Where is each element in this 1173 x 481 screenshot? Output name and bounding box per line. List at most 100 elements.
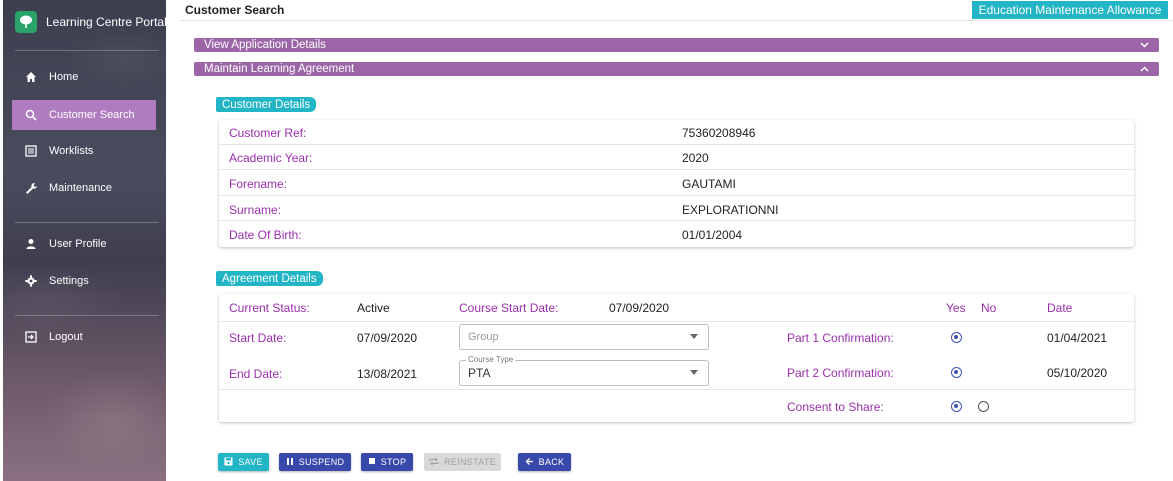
sidebar-item-label: Worklists <box>49 145 94 157</box>
current-status-value: Active <box>357 301 390 315</box>
part1-yes-radio[interactable] <box>951 332 962 343</box>
sidebar-item-label: Settings <box>49 275 89 287</box>
table-row: Consent to Share: <box>219 390 1134 422</box>
back-label: BACK <box>538 457 565 467</box>
date-column-header: Date <box>1047 301 1073 315</box>
sidebar-item-user-profile[interactable]: User Profile <box>12 229 156 259</box>
stop-button[interactable]: STOP <box>361 453 413 471</box>
surname-label: Surname: <box>229 203 282 217</box>
logout-icon <box>24 330 38 344</box>
brand-name: Learning Centre Portal <box>46 15 166 29</box>
dob-value: 01/01/2004 <box>682 228 743 242</box>
sidebar-item-label: Maintenance <box>49 182 112 194</box>
accordion-title: Maintain Learning Agreement <box>204 63 355 75</box>
home-icon <box>24 70 38 84</box>
ema-badge: Education Maintenance Allowance <box>972 1 1168 19</box>
academic-year-value: 2020 <box>682 151 709 165</box>
sidebar-divider <box>15 315 159 316</box>
person-icon <box>24 237 38 251</box>
agreement-details-heading: Agreement Details <box>216 271 323 286</box>
sidebar-item-maintenance[interactable]: Maintenance <box>12 173 156 203</box>
customer-details-card: Customer Ref: 75360208946 Academic Year:… <box>219 120 1134 247</box>
course-type-value: PTA <box>468 366 491 380</box>
reinstate-button[interactable]: REINSTATE <box>424 453 501 471</box>
group-select[interactable]: Group <box>459 324 709 350</box>
course-start-value: 07/09/2020 <box>609 301 670 315</box>
academic-year-label: Academic Year: <box>229 151 313 165</box>
start-date-label: Start Date: <box>229 331 287 345</box>
part1-confirmation-label: Part 1 Confirmation: <box>787 331 894 345</box>
chevron-up-icon <box>1140 64 1149 74</box>
stop-label: STOP <box>380 457 407 467</box>
chevron-down-icon <box>1140 40 1149 50</box>
save-button[interactable]: SAVE <box>218 453 269 471</box>
floppy-disk-icon <box>224 457 233 468</box>
suspend-label: SUSPEND <box>298 457 345 467</box>
table-row: End Date: 13/08/2021 Course Type PTA Par… <box>219 354 1134 390</box>
back-button[interactable]: BACK <box>518 453 571 471</box>
consent-no-radio[interactable] <box>978 401 989 412</box>
table-row: Date Of Birth: 01/01/2004 <box>219 221 1134 247</box>
customer-ref-label: Customer Ref: <box>229 126 307 140</box>
part2-yes-radio[interactable] <box>951 367 962 378</box>
part2-date-value: 05/10/2020 <box>1047 366 1108 380</box>
course-type-label: Course Type <box>466 355 516 364</box>
course-start-label: Course Start Date: <box>459 301 559 315</box>
consent-label: Consent to Share: <box>787 400 884 414</box>
part2-confirmation-label: Part 2 Confirmation: <box>787 366 894 380</box>
customer-details-heading: Customer Details <box>216 97 317 112</box>
dob-label: Date Of Birth: <box>229 228 302 242</box>
group-placeholder: Group <box>468 331 499 343</box>
sidebar-item-settings[interactable]: Settings <box>12 266 156 296</box>
start-date-value: 07/09/2020 <box>357 331 418 345</box>
sidebar-item-worklists[interactable]: Worklists <box>12 136 156 166</box>
sidebar-item-customer-search[interactable]: Customer Search <box>12 100 156 130</box>
table-row: Surname: EXPLORATIONNI <box>219 196 1134 221</box>
table-row: Current Status: Active Course Start Date… <box>219 294 1134 322</box>
maintain-agreement-accordion[interactable]: Maintain Learning Agreement <box>194 62 1159 76</box>
save-label: SAVE <box>238 457 263 467</box>
current-status-label: Current Status: <box>229 301 310 315</box>
reinstate-label: REINSTATE <box>444 457 496 467</box>
table-row: Academic Year: 2020 <box>219 145 1134 170</box>
part1-date-value: 01/04/2021 <box>1047 331 1108 345</box>
page-title: Customer Search <box>185 3 285 17</box>
customer-ref-value: 75360208946 <box>682 126 756 140</box>
view-application-accordion[interactable]: View Application Details <box>194 38 1159 52</box>
sidebar-item-label: Home <box>49 71 79 83</box>
sidebar-item-label: Customer Search <box>49 109 135 121</box>
yes-column-header: Yes <box>946 301 966 315</box>
wrench-icon <box>24 181 38 195</box>
brand[interactable]: Learning Centre Portal <box>15 10 166 34</box>
gear-icon <box>24 274 38 288</box>
forename-label: Forename: <box>229 177 288 191</box>
stop-icon <box>368 457 376 467</box>
course-type-select[interactable]: Course Type PTA <box>459 355 709 386</box>
arrow-left-icon <box>525 457 534 468</box>
accordion-title: View Application Details <box>204 39 326 51</box>
end-date-value: 13/08/2021 <box>357 367 418 381</box>
sidebar-item-label: User Profile <box>49 238 107 250</box>
table-row: Forename: GAUTAMI <box>219 170 1134 196</box>
end-date-label: End Date: <box>229 367 283 381</box>
tree-logo-icon <box>15 11 37 33</box>
dropdown-arrow-icon <box>690 370 698 375</box>
dropdown-arrow-icon <box>690 334 698 339</box>
pause-icon <box>286 457 294 468</box>
search-icon <box>24 108 38 122</box>
sidebar-divider <box>15 222 159 223</box>
repeat-icon <box>429 457 439 468</box>
consent-yes-radio[interactable] <box>951 401 962 412</box>
agreement-details-card: Current Status: Active Course Start Date… <box>219 294 1134 422</box>
sidebar-divider <box>15 50 159 51</box>
suspend-button[interactable]: SUSPEND <box>279 453 351 471</box>
no-column-header: No <box>981 301 997 315</box>
sidebar-item-home[interactable]: Home <box>12 62 156 92</box>
table-row: Start Date: 07/09/2020 Group Part 1 Conf… <box>219 322 1134 354</box>
header-divider <box>180 20 1173 21</box>
list-icon <box>24 144 38 158</box>
sidebar-item-label: Logout <box>49 331 83 343</box>
surname-value: EXPLORATIONNI <box>682 203 779 217</box>
forename-value: GAUTAMI <box>682 177 736 191</box>
sidebar-item-logout[interactable]: Logout <box>12 322 156 352</box>
